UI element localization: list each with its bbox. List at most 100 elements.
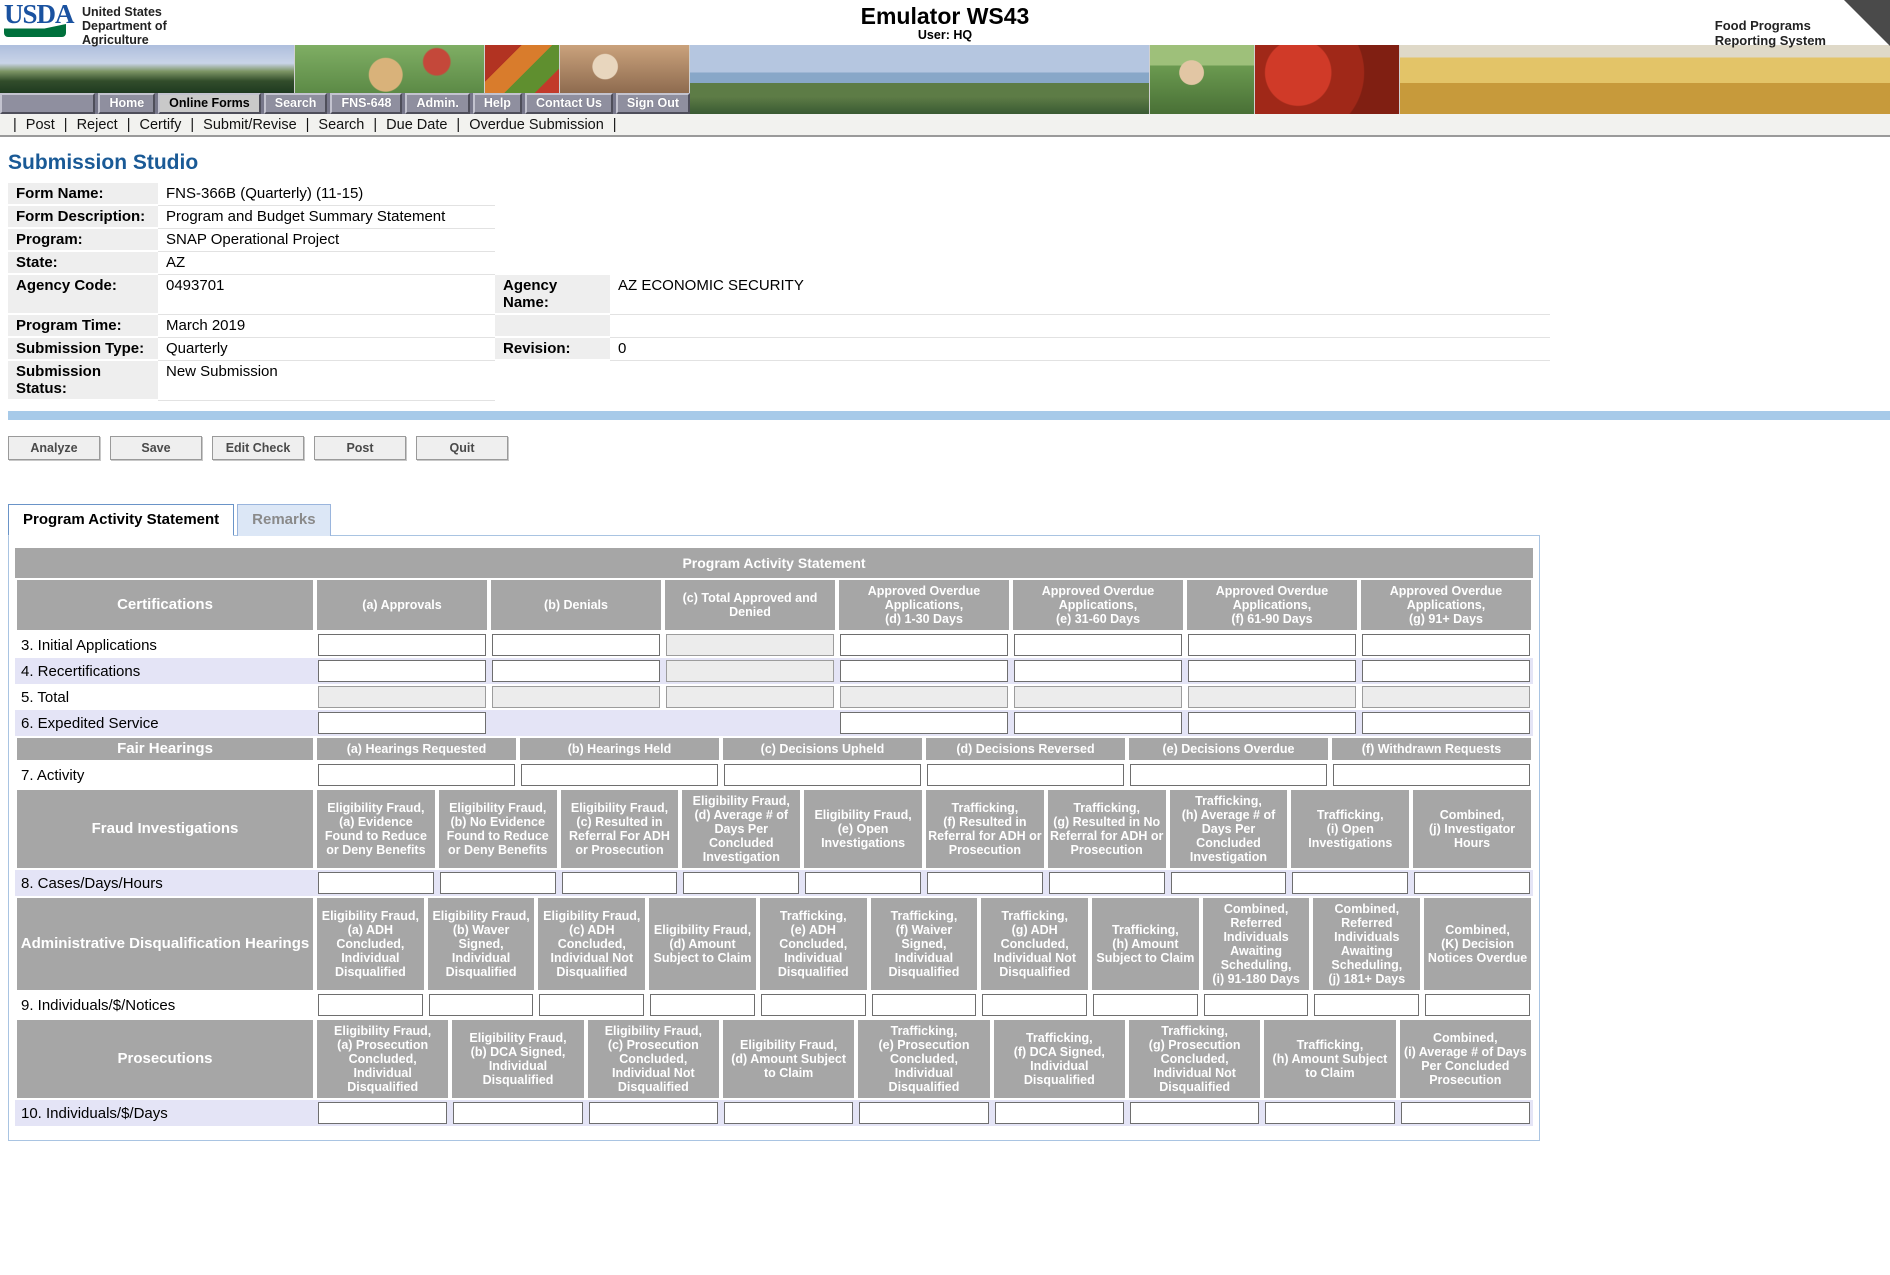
input-10-individuals-days-col7[interactable]	[1129, 1102, 1260, 1124]
metadata-value-state: AZ	[158, 252, 495, 275]
nav-button-online-forms[interactable]: Online Forms	[158, 93, 261, 114]
subnav-link-reject[interactable]: Reject	[77, 117, 118, 133]
subnav-link-search[interactable]: Search	[318, 117, 364, 133]
nav-button-fns-648[interactable]: FNS-648	[330, 93, 403, 114]
subnav-link-due-date[interactable]: Due Date	[386, 117, 447, 133]
input-8-cases-days-hours-col6[interactable]	[926, 872, 1043, 894]
input-9-individuals-notices-col8[interactable]	[1093, 994, 1198, 1016]
post-button[interactable]: Post	[314, 436, 406, 460]
subnav-link-certify[interactable]: Certify	[139, 117, 181, 133]
input-8-cases-days-hours-col9[interactable]	[1292, 872, 1409, 894]
input-8-cases-days-hours-col1[interactable]	[318, 872, 434, 894]
tab-program-activity-statement[interactable]: Program Activity Statement	[8, 504, 235, 536]
table-row-6-expedited-service: 6. Expedited Service	[15, 710, 1533, 736]
grid-cell	[663, 684, 837, 710]
input-7-activity-col1[interactable]	[318, 764, 515, 786]
input-7-activity-col6[interactable]	[1333, 764, 1530, 786]
metadata-label: State:	[8, 252, 158, 275]
input-9-individuals-notices-col1[interactable]	[318, 994, 423, 1016]
column-header-c-resulted-in-referral-for-adh-or-prosecution: Eligibility Fraud, (c) Resulted in Refer…	[558, 788, 681, 870]
input-10-individuals-days-col8[interactable]	[1265, 1102, 1395, 1124]
input-4-recertifications-col1[interactable]	[318, 660, 486, 682]
quit-button[interactable]: Quit	[416, 436, 508, 460]
section-divider	[8, 411, 1890, 420]
input-3-initial-applications-col5[interactable]	[1014, 634, 1182, 656]
input-10-individuals-days-col4[interactable]	[723, 1102, 854, 1124]
input-4-recertifications-col7[interactable]	[1362, 660, 1530, 682]
grid-cell	[923, 870, 1046, 896]
input-8-cases-days-hours-col4[interactable]	[683, 872, 800, 894]
analyze-button[interactable]: Analyze	[8, 436, 100, 460]
row-label: 10. Individuals/$/Days	[15, 1100, 315, 1126]
subnav-link-post[interactable]: Post	[26, 117, 55, 133]
input-5-total-col4	[840, 686, 1008, 708]
input-10-individuals-days-col2[interactable]	[453, 1102, 583, 1124]
metadata-label: Agency Code:	[8, 275, 158, 315]
input-9-individuals-notices-col5[interactable]	[760, 994, 866, 1016]
input-3-initial-applications-col6[interactable]	[1188, 634, 1356, 656]
nav-button-admin[interactable]: Admin.	[405, 93, 470, 114]
grid-cell	[663, 710, 837, 736]
input-8-cases-days-hours-col7[interactable]	[1048, 872, 1165, 894]
row-label: 7. Activity	[21, 766, 85, 784]
column-header-a-hearings-requested: (a) Hearings Requested	[315, 736, 518, 762]
input-9-individuals-notices-col10[interactable]	[1314, 994, 1420, 1016]
edit-check-button[interactable]: Edit Check	[212, 436, 304, 460]
subnav-link-submit-revise[interactable]: Submit/Revise	[203, 117, 296, 133]
input-8-cases-days-hours-col2[interactable]	[439, 872, 556, 894]
input-6-expedited-service-col4[interactable]	[840, 712, 1008, 734]
input-9-individuals-notices-col2[interactable]	[428, 994, 534, 1016]
input-3-initial-applications-col2[interactable]	[492, 634, 660, 656]
save-button[interactable]: Save	[110, 436, 202, 460]
input-6-expedited-service-col5[interactable]	[1014, 712, 1182, 734]
input-7-activity-col4[interactable]	[927, 764, 1124, 786]
input-6-expedited-service-col7[interactable]	[1362, 712, 1530, 734]
input-8-cases-days-hours-col5[interactable]	[805, 872, 921, 894]
input-3-initial-applications-col7[interactable]	[1362, 634, 1530, 656]
grid-cell	[1262, 1100, 1398, 1126]
input-10-individuals-days-col5[interactable]	[859, 1102, 989, 1124]
input-8-cases-days-hours-col8[interactable]	[1170, 872, 1287, 894]
metadata-value-program: SNAP Operational Project	[158, 229, 495, 252]
input-6-expedited-service-col1[interactable]	[318, 712, 486, 734]
input-7-activity-col5[interactable]	[1130, 764, 1327, 786]
input-4-recertifications-col6[interactable]	[1188, 660, 1356, 682]
nav-button-help[interactable]: Help	[472, 93, 522, 114]
input-7-activity-col2[interactable]	[521, 764, 718, 786]
input-10-individuals-days-col1[interactable]	[318, 1102, 448, 1124]
input-3-initial-applications-col4[interactable]	[840, 634, 1008, 656]
nav-button-contact-us[interactable]: Contact Us	[524, 93, 613, 114]
input-10-individuals-days-col9[interactable]	[1400, 1102, 1530, 1124]
nav-button-home[interactable]: Home	[98, 93, 156, 114]
input-9-individuals-notices-col3[interactable]	[539, 994, 645, 1016]
input-9-individuals-notices-col6[interactable]	[871, 994, 977, 1016]
input-4-recertifications-col4[interactable]	[840, 660, 1008, 682]
column-header-j-investigator-hours: Combined, (j) Investigator Hours	[1411, 788, 1533, 870]
nav-button-search[interactable]: Search	[263, 93, 328, 114]
input-9-individuals-notices-col11[interactable]	[1425, 994, 1530, 1016]
input-10-individuals-days-col6[interactable]	[994, 1102, 1124, 1124]
input-8-cases-days-hours-col10[interactable]	[1414, 872, 1530, 894]
system-name-line: Reporting System	[1714, 33, 1826, 48]
column-header-c-total-approved-and-denied: (c) Total Approved and Denied	[663, 578, 837, 632]
input-8-cases-days-hours-col3[interactable]	[561, 872, 678, 894]
input-4-recertifications-col2[interactable]	[492, 660, 660, 682]
grid-cell	[1011, 684, 1185, 710]
column-header-d-average-of-days-per-concluded-investigation: Eligibility Fraud, (d) Average # of Days…	[680, 788, 803, 870]
input-6-expedited-service-col6[interactable]	[1188, 712, 1356, 734]
input-7-activity-col3[interactable]	[724, 764, 921, 786]
input-9-individuals-notices-col7[interactable]	[982, 994, 1088, 1016]
tab-remarks[interactable]: Remarks	[237, 504, 331, 536]
banner-photo-family	[1150, 45, 1255, 114]
input-4-recertifications-col5[interactable]	[1014, 660, 1182, 682]
toolbar: Analyze Save Edit Check Post Quit	[8, 436, 1890, 460]
nav-button-sign-out[interactable]: Sign Out	[615, 93, 690, 114]
grid-cell	[1167, 870, 1290, 896]
input-9-individuals-notices-col4[interactable]	[650, 994, 755, 1016]
subnav-link-overdue-submission[interactable]: Overdue Submission	[469, 117, 604, 133]
input-9-individuals-notices-col9[interactable]	[1203, 994, 1309, 1016]
input-10-individuals-days-col3[interactable]	[588, 1102, 718, 1124]
grid-cell	[1185, 684, 1359, 710]
column-header-individual-not-disqualified: Trafficking, (g) ADH Concluded, Individu…	[979, 896, 1091, 992]
input-3-initial-applications-col1[interactable]	[318, 634, 486, 656]
